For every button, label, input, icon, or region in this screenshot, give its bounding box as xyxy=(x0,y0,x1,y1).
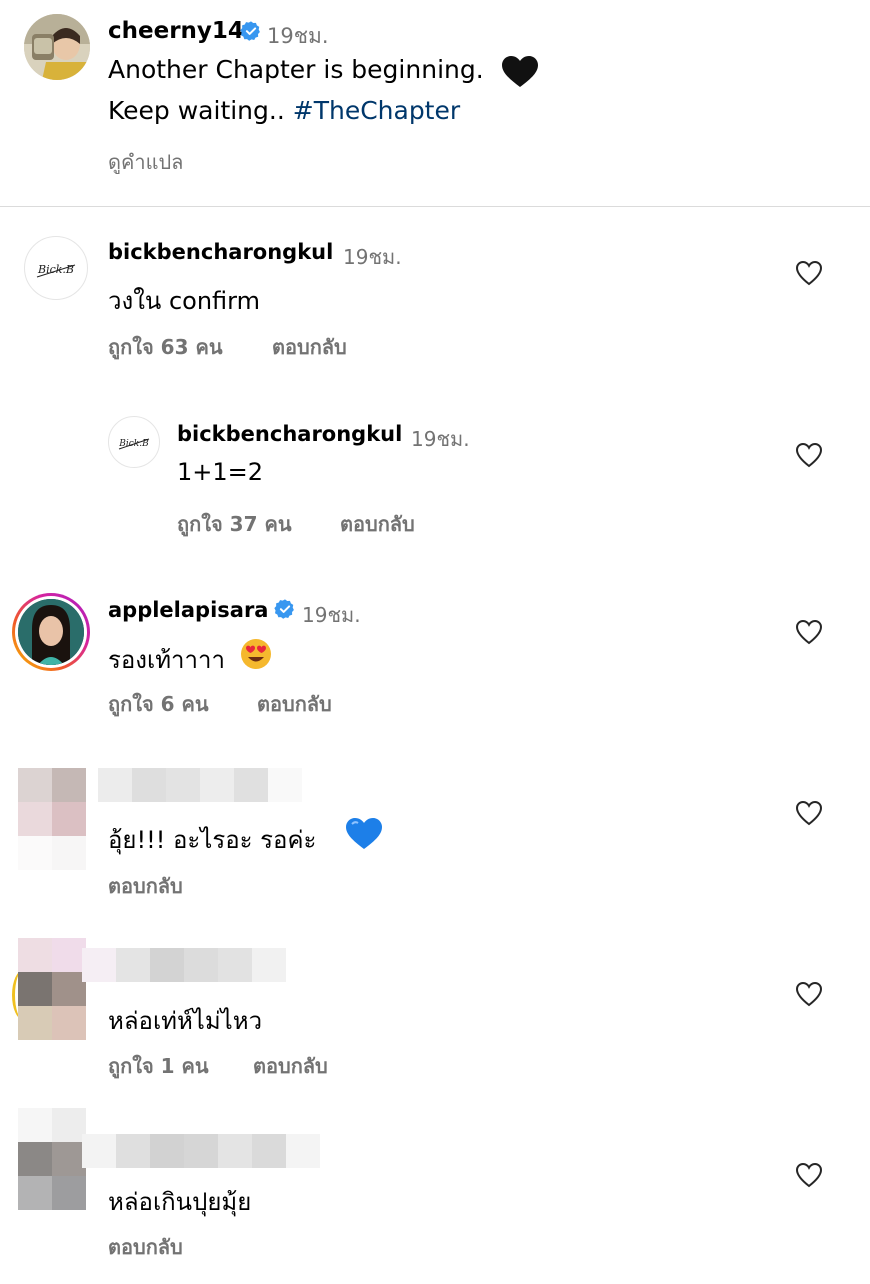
comment-like-count[interactable]: ถูกใจ 1 คน xyxy=(108,1050,209,1082)
comment-like-count[interactable]: ถูกใจ 37 คน xyxy=(177,508,292,540)
heart-outline-icon[interactable] xyxy=(795,260,823,286)
hashtag-link[interactable]: #TheChapter xyxy=(293,96,460,125)
comment-text: รองเท้าาาา xyxy=(108,646,225,674)
translate-link[interactable]: ดูคำแปล xyxy=(108,146,183,178)
avatar-photo xyxy=(18,599,84,665)
pixelated-username xyxy=(98,768,302,802)
reply-button[interactable]: ตอบกลับ xyxy=(108,870,183,902)
caption-prefix: Keep waiting.. xyxy=(108,96,293,125)
post-author-avatar[interactable] xyxy=(24,14,90,80)
blue-heart-emoji xyxy=(346,818,382,849)
comment-text: หล่อเกินปุยมุ้ย xyxy=(108,1188,252,1216)
comment-text: หล่อเท่ห์ไม่ไหว xyxy=(108,1007,263,1035)
heart-outline-icon[interactable] xyxy=(795,800,823,826)
caption-divider xyxy=(0,206,870,207)
pixelated-username xyxy=(82,948,286,982)
comment-username[interactable]: applelapisara xyxy=(108,598,268,622)
post-caption-line1: Another Chapter is beginning. xyxy=(108,55,484,84)
pixelated-avatar xyxy=(18,1108,86,1210)
comment-timestamp: 19ชม. xyxy=(302,603,361,627)
comment-like-count[interactable]: ถูกใจ 6 คน xyxy=(108,688,209,720)
reply-button[interactable]: ตอบกลับ xyxy=(257,688,332,720)
verified-badge-icon xyxy=(240,21,260,41)
heart-outline-icon[interactable] xyxy=(795,981,823,1007)
comment-text: วงใน confirm xyxy=(108,287,260,315)
avatar-inner xyxy=(15,596,87,668)
comment-text: อุ้ย!!! อะไรอะ รอค่ะ xyxy=(108,826,317,854)
comment-username[interactable]: bickbencharongkul xyxy=(108,240,333,264)
pixelated-avatar xyxy=(18,938,86,1040)
reply-avatar[interactable]: Bick.B xyxy=(108,416,160,468)
comment-avatar[interactable]: Bick.B xyxy=(24,236,88,300)
post-caption-line2: Keep waiting.. #TheChapter xyxy=(108,96,460,125)
heart-outline-icon[interactable] xyxy=(795,619,823,645)
reply-button[interactable]: ตอบกลับ xyxy=(272,331,347,363)
comment-text: 1+1=2 xyxy=(177,458,264,486)
caption-text: Another Chapter is beginning. xyxy=(108,55,484,84)
heart-outline-icon[interactable] xyxy=(795,1162,823,1188)
reply-button[interactable]: ตอบกลับ xyxy=(340,508,415,540)
comment-timestamp: 19ชม. xyxy=(411,427,470,451)
post-author-username[interactable]: cheerny14 xyxy=(108,18,244,44)
heart-eyes-emoji xyxy=(241,639,271,669)
reply-button[interactable]: ตอบกลับ xyxy=(108,1231,183,1263)
comment-timestamp: 19ชม. xyxy=(343,245,402,269)
reply-button[interactable]: ตอบกลับ xyxy=(253,1050,328,1082)
post-timestamp: 19ชม. xyxy=(267,24,329,48)
pixelated-username xyxy=(82,1134,320,1168)
avatar-logo-text: Bick.B xyxy=(37,263,74,276)
heart-outline-icon[interactable] xyxy=(795,442,823,468)
pixelated-avatar xyxy=(18,768,86,870)
black-heart-emoji xyxy=(502,56,538,87)
verified-badge-icon xyxy=(274,599,294,619)
comment-username[interactable]: bickbencharongkul xyxy=(177,422,402,446)
comment-like-count[interactable]: ถูกใจ 63 คน xyxy=(108,331,223,363)
story-ring-avatar[interactable] xyxy=(12,593,90,671)
